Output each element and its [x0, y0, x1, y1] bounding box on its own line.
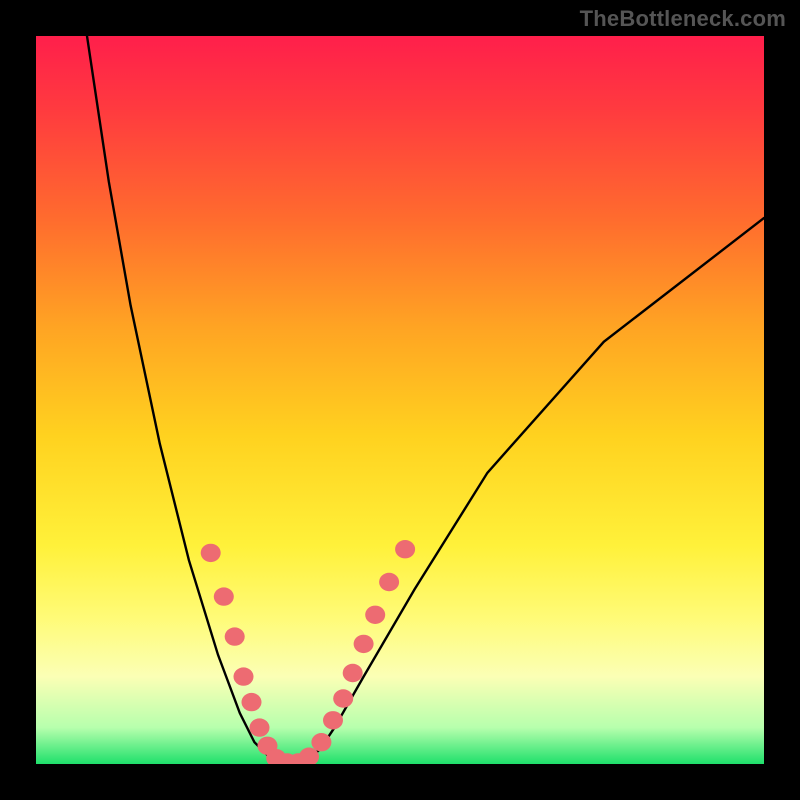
data-marker: [250, 718, 270, 736]
curve-left: [87, 36, 284, 764]
data-marker: [242, 693, 262, 711]
data-marker: [225, 627, 245, 645]
curve-right: [298, 218, 764, 764]
data-marker: [201, 544, 221, 562]
data-marker: [234, 667, 254, 685]
plot-area: [36, 36, 764, 764]
data-marker: [354, 635, 374, 653]
data-marker: [365, 606, 385, 624]
data-marker: [395, 540, 415, 558]
chart-canvas: [36, 36, 764, 764]
data-marker: [379, 573, 399, 591]
watermark-text: TheBottleneck.com: [580, 6, 786, 32]
data-marker: [311, 733, 331, 751]
marker-group: [201, 540, 415, 764]
data-marker: [343, 664, 363, 682]
chart-stage: TheBottleneck.com: [0, 0, 800, 800]
data-marker: [323, 711, 343, 729]
data-marker: [214, 587, 234, 605]
data-marker: [299, 748, 319, 765]
data-marker: [333, 689, 353, 707]
